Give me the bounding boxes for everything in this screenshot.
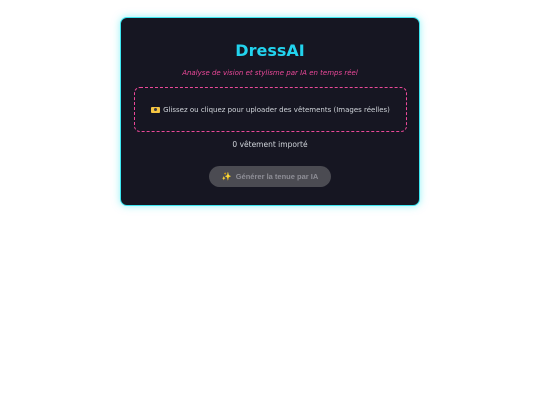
imported-count: 0 vêtement importé — [232, 140, 308, 149]
generate-outfit-button[interactable]: ✨ Générer la tenue par IA — [209, 166, 331, 187]
upload-dropzone[interactable]: Glissez ou cliquez pour uploader des vêt… — [134, 87, 407, 132]
app-title: DressAI — [235, 41, 305, 60]
app-subtitle: Analyse de vision et stylisme par IA en … — [182, 69, 358, 77]
sparkle-icon: ✨ — [221, 172, 232, 181]
main-card: DressAI Analyse de vision et stylisme pa… — [120, 17, 420, 206]
upload-dropzone-content: Glissez ou cliquez pour uploader des vêt… — [151, 106, 390, 114]
camera-icon — [151, 106, 161, 113]
upload-label: Glissez ou cliquez pour uploader des vêt… — [163, 105, 390, 114]
generate-outfit-label: Générer la tenue par IA — [235, 172, 319, 181]
